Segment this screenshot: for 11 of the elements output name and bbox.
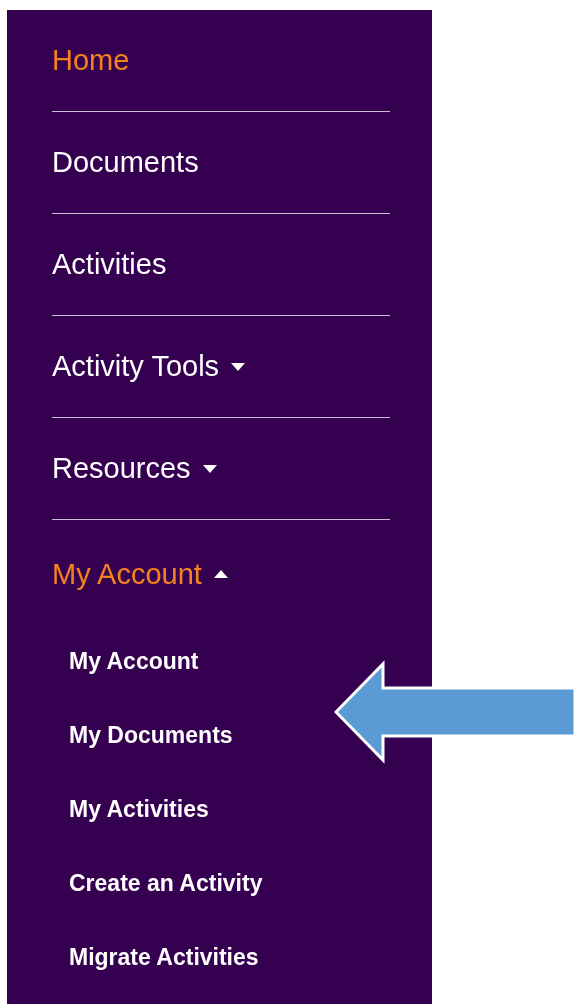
nav-link[interactable]: Activities <box>52 248 167 281</box>
submenu-link[interactable]: My Account <box>69 647 199 675</box>
nav-link[interactable]: Documents <box>52 146 199 179</box>
submenu-link[interactable]: My Documents <box>69 721 233 749</box>
submenu-link[interactable]: Migrate Activities <box>69 943 259 971</box>
nav-link[interactable]: Home <box>52 44 130 77</box>
submenu-link[interactable]: My Activities <box>69 795 209 823</box>
nav-link[interactable]: My Account <box>52 557 202 591</box>
submenu-link[interactable]: Create an Activity <box>69 869 263 897</box>
nav-link[interactable]: Activity Tools <box>52 350 220 383</box>
nav-link[interactable]: Resources <box>52 452 191 485</box>
